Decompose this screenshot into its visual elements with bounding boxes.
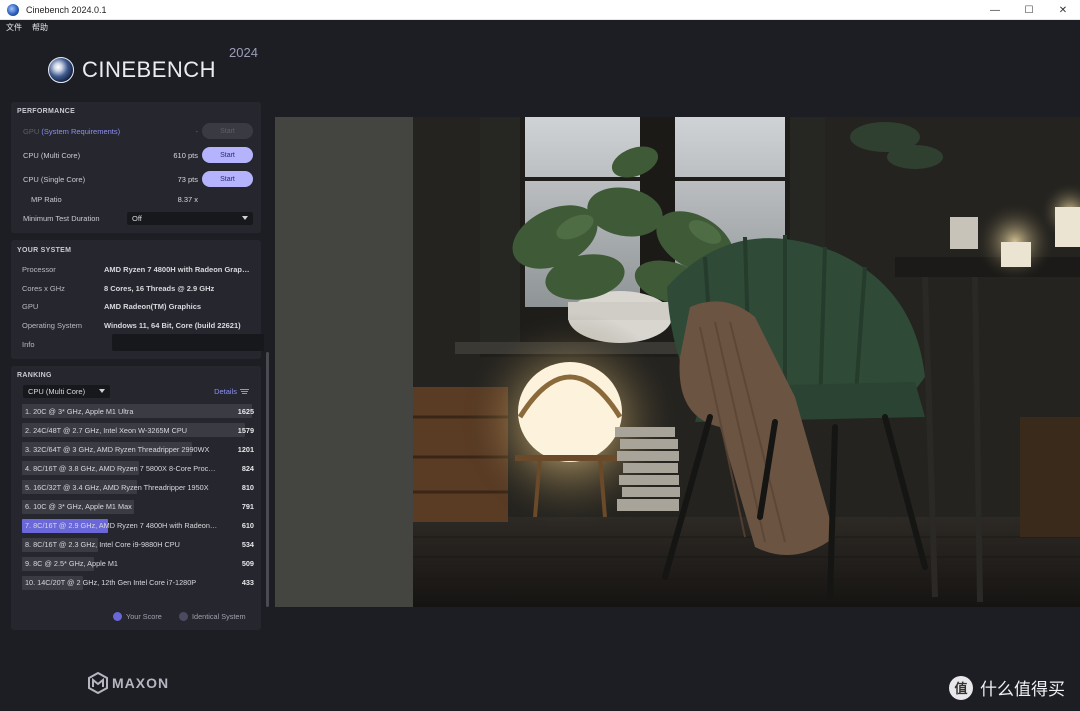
identical-system-dot <box>179 612 188 621</box>
gpu-row: GPU (System Requirements) - Start <box>23 123 253 139</box>
maxon-logo: MAXON <box>88 672 169 694</box>
cpu-multi-row: CPU (Multi Core) 610 pts Start <box>23 147 253 163</box>
logo-year: 2024 <box>229 45 258 60</box>
ranking-row-label: 2. 24C/48T @ 2.7 GHz, Intel Xeon W-3265M… <box>25 425 188 435</box>
min-duration-select[interactable]: Off <box>127 212 253 225</box>
details-button[interactable]: Details <box>214 387 249 396</box>
window-controls: — ☐ ✕ <box>978 0 1080 20</box>
legend-identical-system: Identical System <box>179 612 246 621</box>
cinebench-logo-icon <box>48 57 74 83</box>
render-preview-image <box>275 117 1080 607</box>
cinebench-app-icon <box>7 3 19 16</box>
performance-title: PERFORMANCE <box>17 108 76 115</box>
ranking-row-score: 509 <box>241 559 254 569</box>
watermark-badge-icon: 值 <box>949 675 973 700</box>
system-row-info: Info <box>22 334 264 353</box>
ranking-row[interactable]: 10. 14C/20T @ 2 GHz, 12th Gen Intel Core… <box>22 575 254 590</box>
ranking-row-score: 1201 <box>237 444 254 454</box>
ranking-row-label: 10. 14C/20T @ 2 GHz, 12th Gen Intel Core… <box>25 578 197 588</box>
gpu-start-button[interactable]: Start <box>202 123 253 139</box>
ranking-row[interactable]: 5. 16C/32T @ 3.4 GHz, AMD Ryzen Threadri… <box>22 480 254 495</box>
ranking-row[interactable]: 6. 10C @ 3* GHz, Apple M1 Max 791 <box>22 499 254 514</box>
system-row-gpu: GPU AMD Radeon(TM) Graphics <box>22 301 202 311</box>
ranking-row-score: 824 <box>241 463 254 473</box>
ranking-row-your-score[interactable]: 7. 8C/16T @ 2.9 GHz, AMD Ryzen 7 4800H w… <box>22 518 254 533</box>
ranking-type-value: CPU (Multi Core) <box>28 387 86 396</box>
ranking-row-label: 1. 20C @ 3* GHz, Apple M1 Ultra <box>25 406 134 416</box>
menu-file[interactable]: 文件 <box>6 22 22 33</box>
cpu-single-score: 73 pts <box>177 174 198 184</box>
ranking-row-label: 9. 8C @ 2.5* GHz, Apple M1 <box>25 559 118 569</box>
ranking-row[interactable]: 2. 24C/48T @ 2.7 GHz, Intel Xeon W-3265M… <box>22 423 254 438</box>
cinebench-logo: CINEBENCH <box>48 57 216 83</box>
system-requirements-link[interactable]: (System Requirements) <box>41 127 120 136</box>
ranking-row-label: 4. 8C/16T @ 3.8 GHz, AMD Ryzen 7 5800X 8… <box>25 463 218 473</box>
panel-scrollbar[interactable] <box>266 352 269 607</box>
maxon-text: MAXON <box>112 675 170 691</box>
ranking-row-label: 5. 16C/32T @ 3.4 GHz, AMD Ryzen Threadri… <box>25 482 209 492</box>
ranking-row[interactable]: 4. 8C/16T @ 3.8 GHz, AMD Ryzen 7 5800X 8… <box>22 461 254 476</box>
menu-bar: 文件 帮助 <box>0 20 1080 35</box>
ranking-row-score: 610 <box>241 521 254 531</box>
mp-ratio-label: MP Ratio <box>31 194 62 204</box>
ranking-row[interactable]: 1. 20C @ 3* GHz, Apple M1 Ultra 1625 <box>22 404 254 418</box>
mp-ratio-row: MP Ratio 8.37 x <box>23 191 253 207</box>
ranking-row-label: 6. 10C @ 3* GHz, Apple M1 Max <box>25 502 132 511</box>
cpu-single-start-button[interactable]: Start <box>202 171 253 187</box>
watermark: 值 什么值得买 <box>949 675 1065 700</box>
your-system-title: YOUR SYSTEM <box>17 247 72 254</box>
ranking-row[interactable]: 3. 32C/64T @ 3 GHz, AMD Ryzen Threadripp… <box>22 442 254 457</box>
ranking-row-score: 1579 <box>237 425 254 435</box>
render-scene <box>275 117 1080 607</box>
system-row-os: Operating System Windows 11, 64 Bit, Cor… <box>22 320 241 330</box>
legend-your-score: Your Score <box>113 612 162 621</box>
ranking-row-label: 7. 8C/16T @ 2.9 GHz, AMD Ryzen 7 4800H w… <box>25 521 218 531</box>
ranking-row[interactable]: 8. 8C/16T @ 2.3 GHz, Intel Core i9-9880H… <box>22 537 254 552</box>
ranking-row-label: 8. 8C/16T @ 2.3 GHz, Intel Core i9-9880H… <box>25 540 180 550</box>
maxon-logo-icon <box>88 672 108 694</box>
your-system-panel: YOUR SYSTEM Processor AMD Ryzen 7 4800H … <box>11 240 264 359</box>
menu-help[interactable]: 帮助 <box>32 22 48 33</box>
close-button[interactable]: ✕ <box>1046 0 1080 20</box>
filter-icon <box>240 388 249 395</box>
title-bar: Cinebench 2024.0.1 — ☐ ✕ <box>0 0 1080 20</box>
cpu-multi-score: 610 pts <box>173 150 198 160</box>
cpu-multi-label: CPU (Multi Core) <box>23 150 81 160</box>
logo-text: CINEBENCH <box>82 57 217 82</box>
ranking-title: RANKING <box>17 372 52 379</box>
ranking-row-score: 534 <box>241 540 254 550</box>
ranking-row-score: 1625 <box>237 406 254 416</box>
minimize-button[interactable]: — <box>978 0 1012 20</box>
ranking-row-score: 433 <box>241 578 254 588</box>
cpu-single-label: CPU (Single Core) <box>23 174 86 184</box>
info-field[interactable] <box>112 334 264 351</box>
ranking-row-score: 810 <box>241 482 254 492</box>
min-duration-value: Off <box>132 214 142 223</box>
gpu-score: - <box>195 126 199 136</box>
system-row-processor: Processor AMD Ryzen 7 4800H with Radeon … <box>22 264 253 274</box>
ranking-row[interactable]: 9. 8C @ 2.5* GHz, Apple M1 509 <box>22 556 254 571</box>
ranking-row-label: 3. 32C/64T @ 3 GHz, AMD Ryzen Threadripp… <box>25 444 210 454</box>
cpu-multi-start-button[interactable]: Start <box>202 147 253 163</box>
maximize-button[interactable]: ☐ <box>1012 0 1046 20</box>
cpu-single-row: CPU (Single Core) 73 pts Start <box>23 171 253 187</box>
chevron-down-icon <box>99 389 105 393</box>
mp-ratio-value: 8.37 x <box>177 194 198 204</box>
ranking-type-select[interactable]: CPU (Multi Core) <box>23 385 110 398</box>
window-title: Cinebench 2024.0.1 <box>26 4 107 15</box>
watermark-text: 什么值得买 <box>980 680 1065 699</box>
chevron-down-icon <box>242 216 248 220</box>
ranking-row-score: 791 <box>241 502 254 511</box>
min-duration-label: Minimum Test Duration <box>23 213 100 223</box>
gpu-label: GPU (System Requirements) <box>23 126 121 136</box>
system-row-cores: Cores x GHz 8 Cores, 16 Threads @ 2.9 GH… <box>22 283 215 293</box>
performance-panel: PERFORMANCE GPU (System Requirements) - … <box>11 102 261 233</box>
your-score-dot <box>113 612 122 621</box>
ranking-panel: RANKING CPU (Multi Core) Details 1. 20C … <box>11 366 261 630</box>
